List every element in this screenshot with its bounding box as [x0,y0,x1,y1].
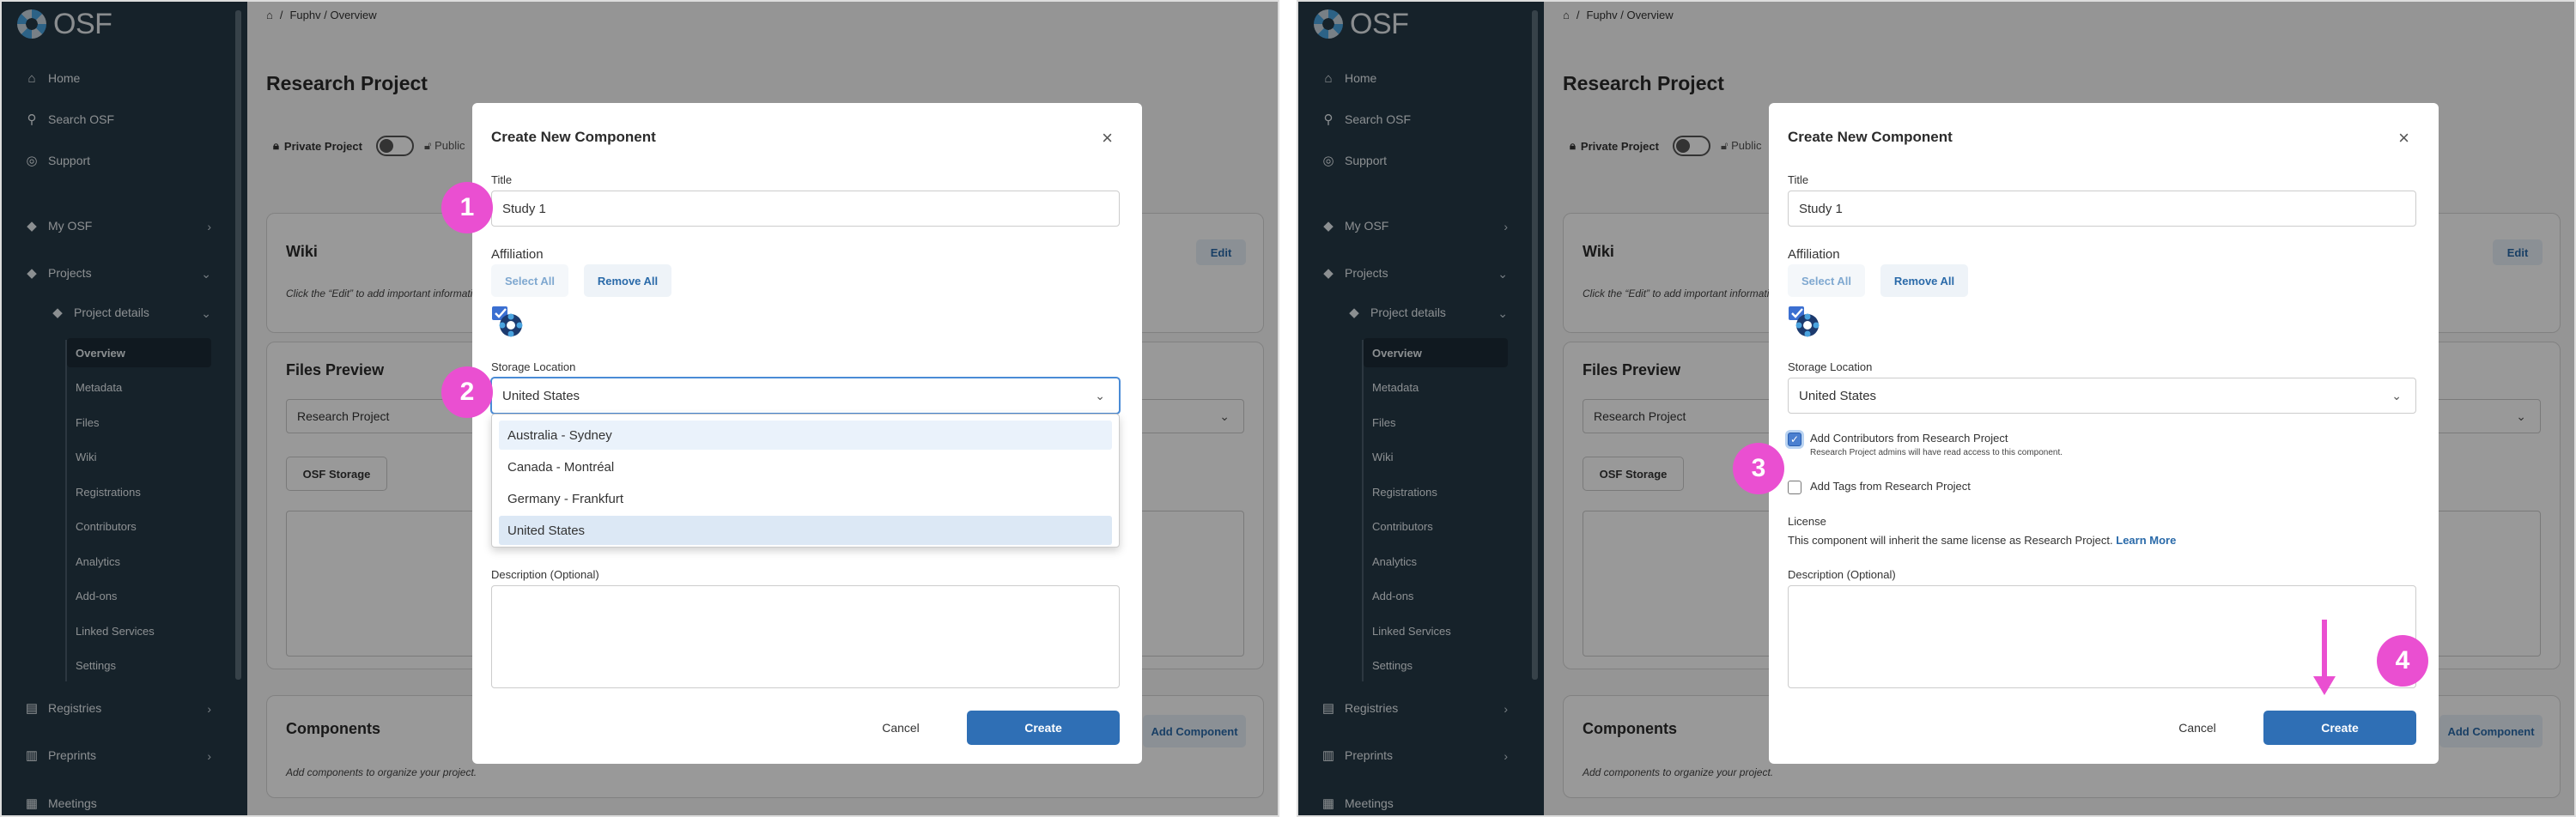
select-all-button[interactable]: Select All [491,264,568,297]
storage-selected-value: United States [502,388,580,403]
storage-location-select[interactable]: United States ⌄ [491,378,1120,414]
storage-option-united-states[interactable]: United States [499,516,1112,545]
storage-option-australia[interactable]: Australia - Sydney [499,421,1112,450]
close-icon[interactable]: × [2398,127,2409,149]
add-contributors-subtext: Research Project admins will have read a… [1810,448,2063,457]
storage-location-label: Storage Location [1788,360,1873,373]
step-badge-2: 2 [441,366,493,418]
step-badge-4: 4 [2377,635,2428,687]
title-label: Title [491,173,513,186]
add-contributors-label: Add Contributors from Research Project [1810,432,2008,445]
chevron-down-icon: ⌄ [1095,388,1105,402]
modal-title: Create New Component [1788,129,1953,145]
arrow-down-annotation [2322,620,2327,678]
institution-logo-icon[interactable] [1788,306,1820,338]
step-badge-3: 3 [1733,443,1784,494]
institution-logo-icon[interactable] [491,306,524,338]
screenshot-step-3-4: OSF ⌂ Home ⚲ Search OSF ◎ Support ◆ My OSF ›… [1297,0,2576,817]
description-label: Description (Optional) [1788,568,1896,581]
add-tags-label: Add Tags from Research Project [1810,480,1971,493]
license-desc: This component will inherit the same lic… [1788,534,2113,547]
storage-location-dropdown: Australia - Sydney Canada - Montréal Ger… [491,414,1120,548]
remove-all-button[interactable]: Remove All [1880,264,1968,297]
arrow-head-annotation [2313,676,2336,695]
create-component-modal: Create New Component × Title Study 1 Aff… [472,103,1142,764]
description-label: Description (Optional) [491,568,599,581]
affiliation-label: Affiliation [491,247,544,262]
storage-option-germany[interactable]: Germany - Frankfurt [499,484,1112,513]
title-input[interactable]: Study 1 [491,191,1120,227]
screenshot-step-1-2: OSF ⌂ Home ⚲ Search OSF ◎ Support ◆ My OSF ›… [0,0,1279,817]
create-button[interactable]: Create [967,711,1120,745]
description-textarea[interactable] [491,585,1120,688]
learn-more-link[interactable]: Learn More [2116,534,2176,547]
add-tags-checkbox[interactable] [1788,481,1801,494]
affiliation-label: Affiliation [1788,247,1840,262]
storage-location-label: Storage Location [491,360,576,373]
remove-all-button[interactable]: Remove All [584,264,671,297]
step-badge-1: 1 [441,182,493,233]
create-component-modal: Create New Component × Title Study 1 Aff… [1769,103,2439,764]
storage-selected-value: United States [1799,388,1877,403]
cancel-button[interactable]: Cancel [862,711,939,745]
chevron-down-icon: ⌄ [2391,388,2402,402]
title-input[interactable]: Study 1 [1788,191,2416,227]
license-text: This component will inherit the same lic… [1788,534,2176,547]
modal-title: Create New Component [491,129,656,145]
create-button[interactable]: Create [2263,711,2416,745]
storage-option-canada[interactable]: Canada - Montréal [499,452,1112,481]
title-label: Title [1788,173,1809,186]
select-all-button[interactable]: Select All [1788,264,1865,297]
storage-location-select[interactable]: United States ⌄ [1788,378,2416,414]
add-contributors-checkbox[interactable]: ✓ [1788,433,1801,446]
license-label: License [1788,515,1826,528]
close-icon[interactable]: × [1102,127,1113,149]
cancel-button[interactable]: Cancel [2159,711,2236,745]
